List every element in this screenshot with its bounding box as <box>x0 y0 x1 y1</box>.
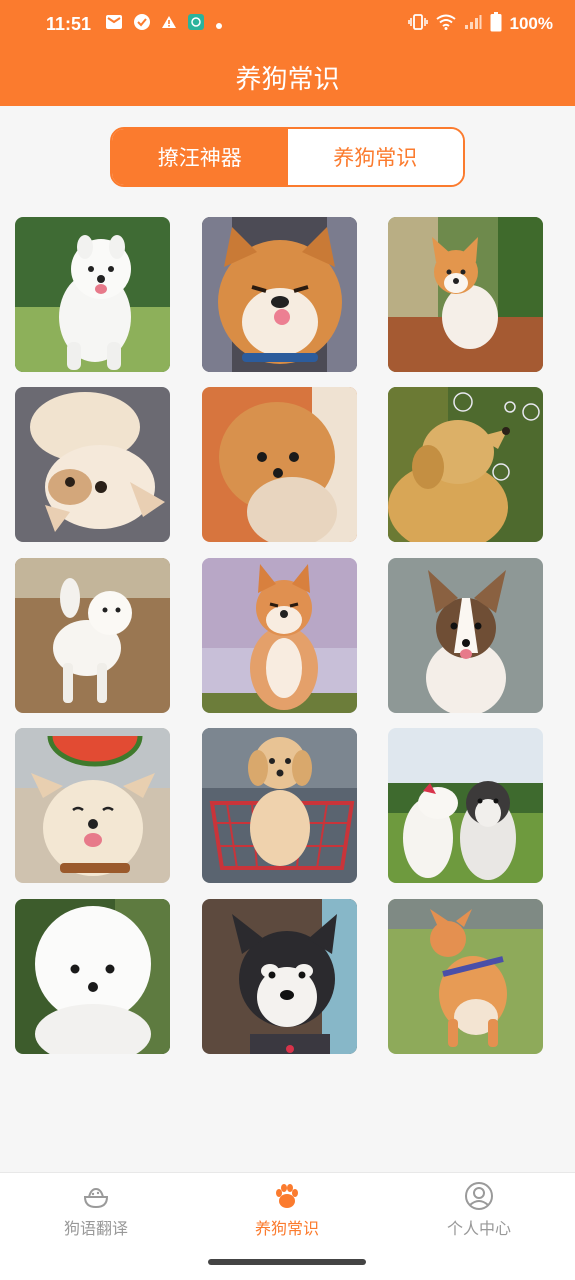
segment-control: 撩汪神器 养狗常识 <box>110 127 465 187</box>
bowl-icon <box>81 1181 111 1211</box>
battery-percent: 100% <box>509 14 553 33</box>
gallery-item-two-dogs[interactable] <box>388 728 543 883</box>
dot-icon <box>215 13 223 35</box>
gallery-item-cart-puppy[interactable] <box>202 728 357 883</box>
gallery-item-samoyed[interactable] <box>15 217 170 372</box>
dog-gallery <box>15 217 544 1054</box>
gallery-item-corgi-puppy[interactable] <box>388 558 543 713</box>
home-indicator[interactable] <box>208 1259 366 1265</box>
vibrate-icon <box>407 13 428 35</box>
paw-icon <box>272 1181 302 1211</box>
gallery-item-corgi-running[interactable] <box>388 899 543 1054</box>
gallery-item-shiba-blossom[interactable] <box>202 558 357 713</box>
tab-dog-knowledge-label: 养狗常识 <box>254 1219 319 1238</box>
gallery-item-bulldog[interactable] <box>15 387 170 542</box>
check-circle-icon <box>133 13 151 36</box>
gallery-item-watermelon-dog[interactable] <box>15 728 170 883</box>
tab-personal-center[interactable]: 个人中心 <box>399 1181 559 1239</box>
tab-dog-translate-label: 狗语翻译 <box>63 1219 128 1238</box>
gallery-item-bichon[interactable] <box>15 899 170 1054</box>
segment-tab-flirt[interactable]: 撩汪神器 <box>112 129 288 185</box>
segment-tab-knowledge[interactable]: 养狗常识 <box>287 129 463 185</box>
gallery-item-samoyed-puppy[interactable] <box>15 558 170 713</box>
mail-icon <box>105 13 123 36</box>
signal-icon <box>464 13 482 35</box>
app-icon <box>187 13 205 36</box>
battery-icon <box>490 11 502 37</box>
gallery-item-corgi-table[interactable] <box>388 217 543 372</box>
gallery-item-golden-bubbles[interactable] <box>388 387 543 542</box>
status-time: 11:51 <box>46 13 92 34</box>
app-bar: 养狗常识 <box>0 48 575 106</box>
tab-dog-knowledge[interactable]: 养狗常识 <box>207 1181 367 1239</box>
tab-personal-center-label: 个人中心 <box>446 1219 511 1238</box>
page-title: 养狗常识 <box>235 64 340 95</box>
gallery-item-shiba[interactable] <box>202 217 357 372</box>
status-bar: 11:51 100% <box>0 0 575 48</box>
wifi-icon <box>435 13 456 35</box>
gallery-item-pomeranian[interactable] <box>202 387 357 542</box>
warning-icon <box>161 13 177 35</box>
user-icon <box>464 1181 494 1211</box>
tab-dog-translate[interactable]: 狗语翻译 <box>16 1181 176 1239</box>
gallery-item-husky[interactable] <box>202 899 357 1054</box>
